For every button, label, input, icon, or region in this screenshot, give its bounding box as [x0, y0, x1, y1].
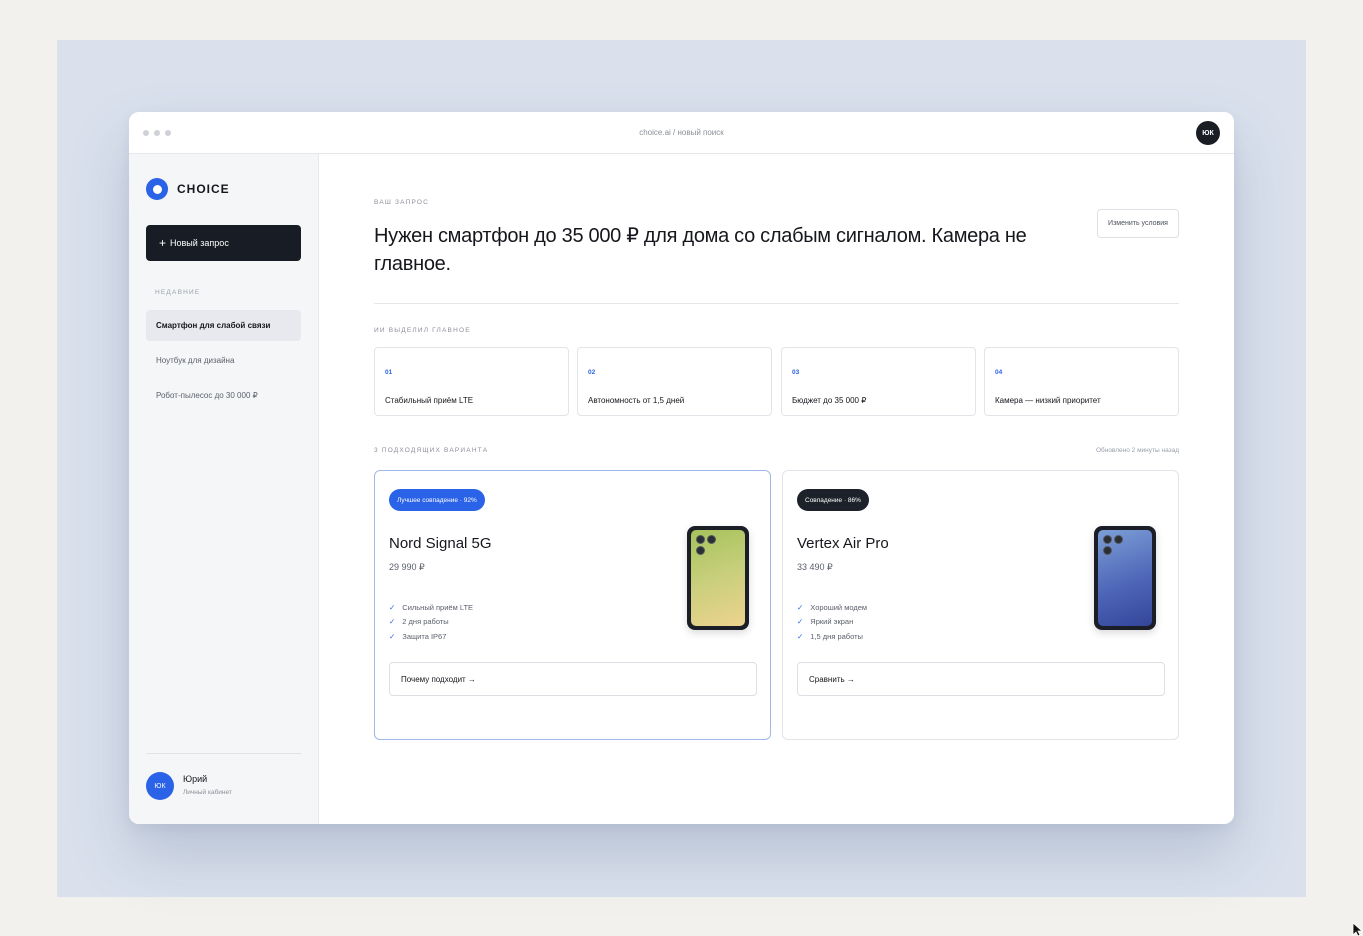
highlight-text: Автономность от 1,5 дней — [588, 396, 685, 405]
feature-item: ✓ 1,5 дня работы — [797, 632, 863, 641]
app-window: choice.ai / новый поиск ЮК CHOICE + Новы… — [129, 112, 1234, 824]
highlight-number: 04 — [995, 369, 1003, 376]
title-bar: choice.ai / новый поиск ЮК — [129, 112, 1234, 154]
highlight-text: Стабильный приём LTE — [385, 396, 474, 405]
product-price: 33 490 ₽ — [797, 562, 833, 572]
recent-item-laptop[interactable]: Ноутбук для дизайна — [146, 345, 301, 376]
feature-item: ✓ Сильный приём LTE — [389, 603, 473, 612]
feature-text: Сильный приём LTE — [402, 603, 474, 612]
feature-item: ✓ Яркий экран — [797, 617, 853, 626]
highlight-number: 03 — [792, 369, 800, 376]
new-request-button[interactable]: + Новый запрос — [146, 225, 301, 261]
feature-text: Яркий экран — [810, 617, 854, 626]
recent-item-smartphone[interactable]: Смартфон для слабой связи — [146, 310, 301, 341]
highlight-card: 04 Камера — низкий приоритет — [984, 347, 1179, 416]
highlight-text: Камера — низкий приоритет — [995, 396, 1101, 405]
divider — [146, 753, 301, 754]
check-icon: ✓ — [797, 632, 804, 641]
product-name: Vertex Air Pro — [797, 535, 889, 552]
highlight-number: 02 — [588, 369, 596, 376]
feature-item: ✓ Хороший модем — [797, 603, 867, 612]
recent-item-vacuum[interactable]: Робот-пылесос до 30 000 ₽ — [146, 380, 301, 411]
results-label: 3 ПОДХОДЯЩИХ ВАРИАНТА — [374, 447, 489, 454]
feature-text: 2 дня работы — [402, 617, 449, 626]
phone-image — [1094, 526, 1156, 630]
highlights-label: ИИ ВЫДЕЛИЛ ГЛАВНОЕ — [374, 327, 471, 334]
feature-text: 1,5 дня работы — [810, 632, 863, 641]
recent-section-label: НЕДАВНИЕ — [155, 289, 201, 296]
query-text: Нужен смартфон до 35 000 ₽ для дома со с… — [374, 225, 1027, 275]
highlight-card: 03 Бюджет до 35 000 ₽ — [781, 347, 976, 416]
product-price: 29 990 ₽ — [389, 562, 425, 572]
query-label: ВАШ ЗАПРОС — [374, 199, 430, 206]
product-card-vertex-air[interactable]: Совпадение · 86% Vertex Air Pro 33 490 ₽… — [782, 470, 1179, 740]
highlight-text: Бюджет до 35 000 ₽ — [792, 396, 867, 405]
feature-item: ✓ Защита IP67 — [389, 632, 446, 641]
feature-item: ✓ 2 дня работы — [389, 617, 449, 626]
check-icon: ✓ — [389, 603, 396, 612]
compare-button[interactable]: Сравнить → — [797, 662, 1165, 696]
product-name: Nord Signal 5G — [389, 535, 492, 552]
feature-text: Хороший модем — [810, 603, 868, 612]
logo-icon — [146, 178, 168, 200]
results-updated: Обновлено 2 минуты назад — [1095, 447, 1179, 454]
user-name[interactable]: Юрий — [183, 774, 207, 784]
brand-logo[interactable]: CHOICE — [146, 178, 230, 200]
feature-text: Защита IP67 — [402, 632, 447, 641]
highlight-card: 02 Автономность от 1,5 дней — [577, 347, 772, 416]
user-avatar[interactable]: ЮК — [146, 772, 174, 800]
check-icon: ✓ — [389, 617, 396, 626]
new-request-label: Новый запрос — [170, 238, 229, 248]
main-content: ВАШ ЗАПРОС Нужен смартфон до 35 000 ₽ дл… — [319, 154, 1234, 824]
user-account-link[interactable]: Личный кабинет — [183, 789, 232, 796]
why-fits-button[interactable]: Почему подходит → — [389, 662, 757, 696]
user-avatar-top[interactable]: ЮК — [1196, 121, 1220, 145]
plus-icon: + — [159, 236, 167, 250]
phone-image — [687, 526, 749, 630]
highlight-card: 01 Стабильный приём LTE — [374, 347, 569, 416]
address-text: choice.ai / новый поиск — [639, 128, 724, 137]
match-badge: Совпадение · 86% — [797, 489, 869, 511]
mouse-cursor-icon — [1352, 922, 1363, 936]
check-icon: ✓ — [797, 603, 804, 612]
edit-conditions-button[interactable]: Изменить условия — [1097, 209, 1179, 238]
check-icon: ✓ — [389, 632, 396, 641]
check-icon: ✓ — [797, 617, 804, 626]
match-badge: Лучшее совпадение · 92% — [389, 489, 485, 511]
divider — [374, 303, 1179, 304]
highlight-number: 01 — [385, 369, 393, 376]
brand-name: CHOICE — [177, 182, 230, 196]
product-card-nord-signal[interactable]: Лучшее совпадение · 92% Nord Signal 5G 2… — [374, 470, 771, 740]
sidebar: CHOICE + Новый запрос НЕДАВНИЕ Смартфон … — [129, 154, 319, 824]
